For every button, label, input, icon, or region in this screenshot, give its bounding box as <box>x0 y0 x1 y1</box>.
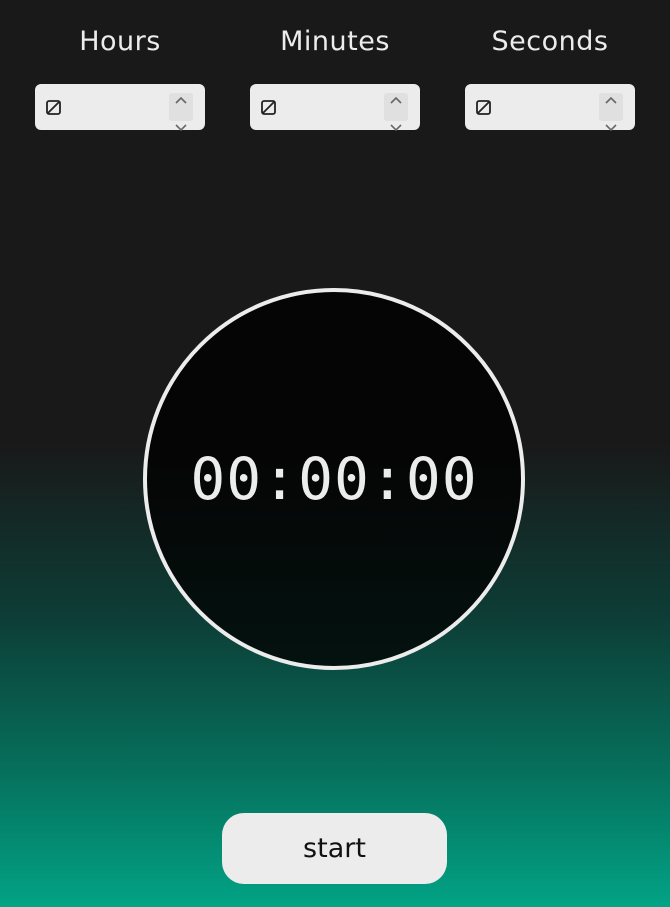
minutes-label: Minutes <box>280 26 390 57</box>
seconds-label: Seconds <box>491 26 609 57</box>
seconds-spinner[interactable] <box>599 93 623 132</box>
minutes-decrement-button[interactable] <box>384 107 408 132</box>
chevron-up-icon <box>605 96 617 104</box>
hours-increment-button[interactable] <box>169 93 193 107</box>
minutes-spinner[interactable] <box>384 93 408 132</box>
chevron-down-icon <box>175 124 187 132</box>
zero-glyph-icon <box>261 100 276 115</box>
zero-glyph-icon <box>46 100 61 115</box>
chevron-up-icon <box>175 96 187 104</box>
minutes-increment-button[interactable] <box>384 93 408 107</box>
chevron-down-icon <box>605 124 617 132</box>
seconds-increment-button[interactable] <box>599 93 623 107</box>
hours-input[interactable] <box>35 84 205 132</box>
start-button[interactable]: start <box>222 813 447 884</box>
minutes-input[interactable] <box>250 84 420 132</box>
chevron-up-icon <box>390 96 402 104</box>
timer-clock-face: 00:00:00 <box>143 288 525 670</box>
hours-decrement-button[interactable] <box>169 107 193 132</box>
hours-spinner[interactable] <box>169 93 193 132</box>
seconds-input[interactable] <box>465 84 635 132</box>
timer-display: 00:00:00 <box>190 445 478 513</box>
zero-glyph-icon <box>476 100 491 115</box>
hours-label: Hours <box>79 26 161 57</box>
chevron-down-icon <box>390 124 402 132</box>
seconds-decrement-button[interactable] <box>599 107 623 132</box>
